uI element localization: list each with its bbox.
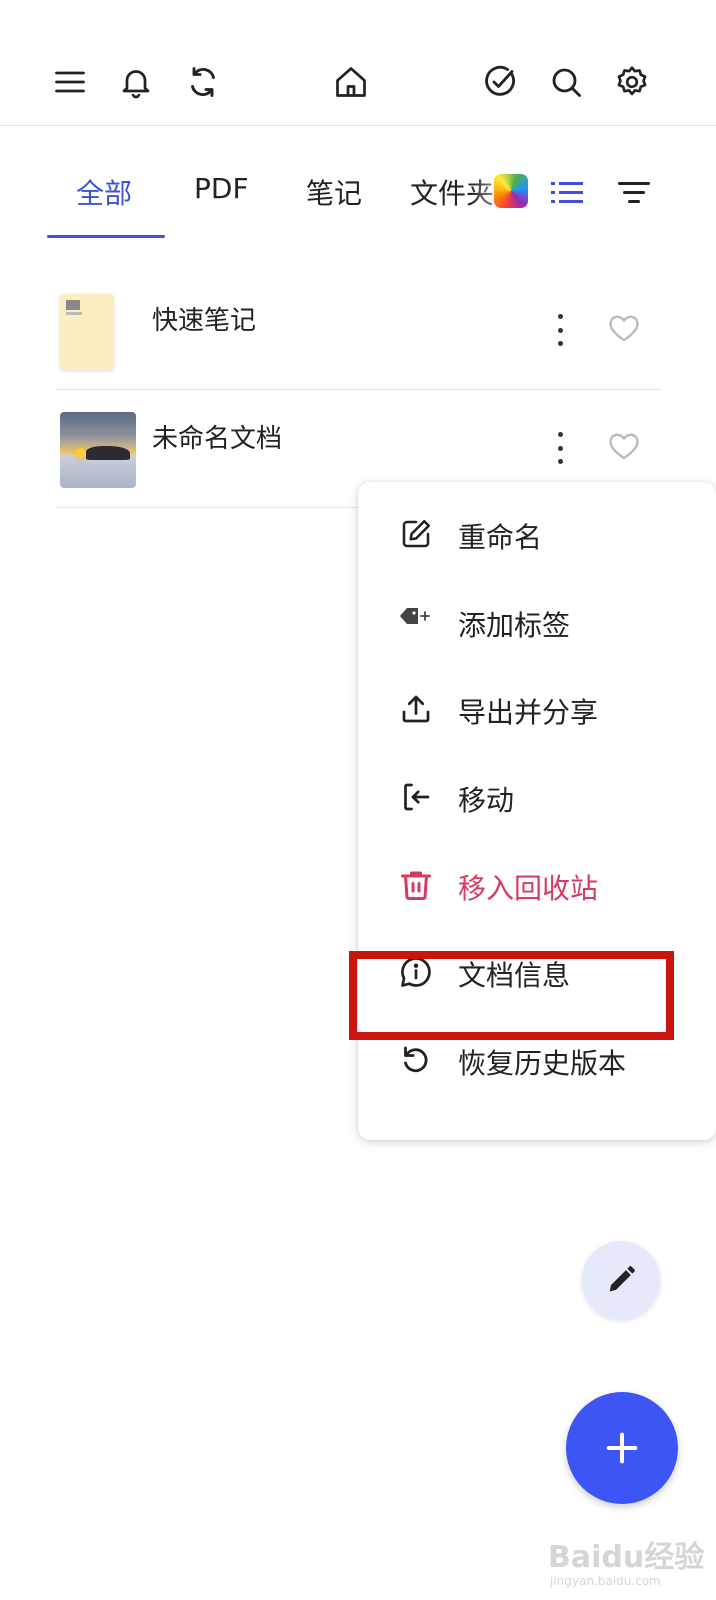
- menu-item-export-share[interactable]: 导出并分享: [358, 665, 716, 754]
- home-icon[interactable]: [331, 62, 371, 102]
- highlight-annotation-box: [349, 951, 674, 1040]
- tab-all[interactable]: 全部: [76, 172, 132, 212]
- tab-notes[interactable]: 笔记: [306, 172, 362, 212]
- menu-item-label: 添加标签: [458, 609, 571, 642]
- menu-item-label: 重命名: [458, 521, 543, 554]
- file-row-quick-note[interactable]: 快速笔记: [56, 272, 662, 390]
- menu-icon[interactable]: [50, 62, 90, 102]
- watermark-url: jingyan.baidu.com: [550, 1574, 661, 1588]
- notification-bell-icon[interactable]: [116, 62, 156, 102]
- menu-item-label: 移入回收站: [458, 872, 599, 905]
- favorite-heart-icon[interactable]: [606, 428, 642, 464]
- move-icon: [398, 779, 434, 815]
- list-view-icon[interactable]: [548, 175, 588, 211]
- pencil-icon: [609, 1266, 635, 1292]
- more-options-icon[interactable]: [548, 310, 572, 350]
- file-name: 未命名文档: [152, 424, 283, 454]
- note-thumbnail: [60, 294, 114, 370]
- plus-icon: [606, 1432, 638, 1464]
- category-tabs: 全部 PDF 笔记 文件夹: [0, 160, 716, 240]
- context-menu: 重命名 添加标签 导出并分享 移动 移入回收站 文档信息 恢复历史版本: [358, 482, 716, 1140]
- tag-add-icon: [398, 604, 434, 640]
- active-tab-indicator: [47, 235, 165, 238]
- edit-icon: [398, 516, 434, 552]
- search-icon[interactable]: [546, 62, 586, 102]
- favorite-heart-icon[interactable]: [606, 310, 642, 346]
- add-fab-button[interactable]: [566, 1392, 678, 1504]
- restore-icon: [398, 1042, 434, 1078]
- more-options-icon[interactable]: [548, 428, 572, 468]
- menu-item-label: 导出并分享: [458, 696, 599, 729]
- color-badge-icon[interactable]: [494, 174, 528, 208]
- file-name: 快速笔记: [152, 306, 257, 336]
- photo-thumbnail: [60, 412, 136, 488]
- watermark-logo: Baidu经验: [548, 1540, 705, 1575]
- menu-item-label: 移动: [458, 784, 515, 817]
- check-circle-icon[interactable]: [480, 62, 520, 102]
- menu-item-rename[interactable]: 重命名: [358, 490, 716, 579]
- sort-filter-icon[interactable]: [614, 175, 654, 211]
- menu-item-label: 恢复历史版本: [458, 1047, 627, 1080]
- share-icon: [398, 691, 434, 727]
- settings-gear-icon[interactable]: [612, 62, 652, 102]
- menu-item-add-tag[interactable]: 添加标签: [358, 578, 716, 667]
- trash-icon: [398, 867, 434, 903]
- baidu-watermark: Baidu经验 jingyan.baidu.com: [548, 1522, 708, 1592]
- tab-pdf[interactable]: PDF: [194, 172, 249, 205]
- menu-item-move-to-trash[interactable]: 移入回收站: [358, 841, 716, 930]
- menu-item-move[interactable]: 移动: [358, 753, 716, 842]
- edit-fab-button[interactable]: [582, 1241, 660, 1319]
- top-toolbar: [0, 0, 716, 126]
- sync-icon[interactable]: [183, 62, 223, 102]
